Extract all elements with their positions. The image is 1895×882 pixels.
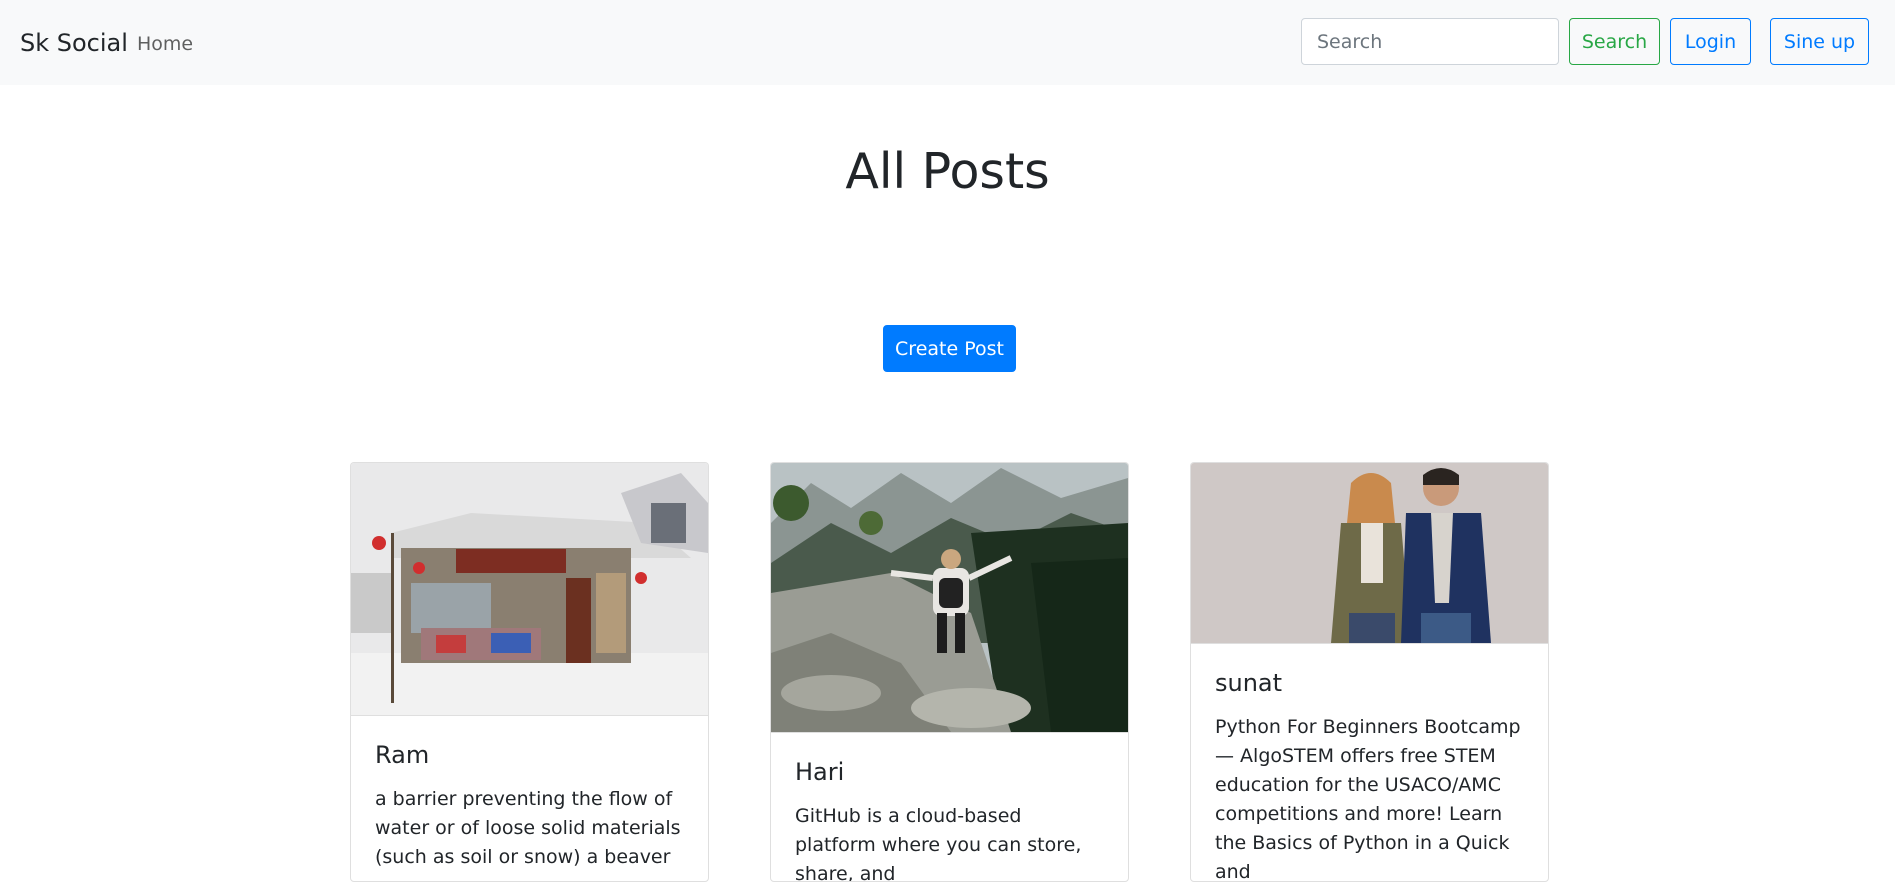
post-author: sunat [1215,669,1283,697]
navbar: Sk Social Home Search Login Sine up [0,0,1895,85]
page-title: All Posts [845,143,1050,200]
snowy-shop-illustration [351,463,708,715]
fashion-couple-illustration [1191,463,1548,643]
post-card: Ram a barrier preventing the flow of wat… [350,462,709,882]
signup-button[interactable]: Sine up [1770,18,1869,65]
card-body: sunat Python For Beginners Bootcamp — Al… [1191,643,1548,882]
login-button[interactable]: Login [1670,18,1751,65]
post-text: Python For Beginners Bootcamp — AlgoSTEM… [1215,716,1521,882]
create-post-button[interactable]: Create Post [883,325,1016,372]
search-input[interactable] [1301,18,1559,65]
post-card: sunat Python For Beginners Bootcamp — Al… [1190,462,1549,882]
post-text: a barrier preventing the flow of water o… [375,788,681,868]
nav-link-home[interactable]: Home [137,32,193,56]
post-card: Hari GitHub is a cloud-based platform wh… [770,462,1129,882]
card-body: Hari GitHub is a cloud-based platform wh… [771,732,1128,882]
navbar-brand[interactable]: Sk Social [20,28,128,58]
mountain-hiker-photo [771,463,1128,732]
snowy-shop-photo [351,463,708,715]
post-text: GitHub is a cloud-based platform where y… [795,805,1082,882]
fashion-couple-photo [1191,463,1548,643]
post-author: Hari [795,758,845,786]
search-button[interactable]: Search [1569,18,1660,65]
card-body: Ram a barrier preventing the flow of wat… [351,715,708,872]
mountain-hiker-illustration [771,463,1128,732]
post-author: Ram [375,741,430,769]
